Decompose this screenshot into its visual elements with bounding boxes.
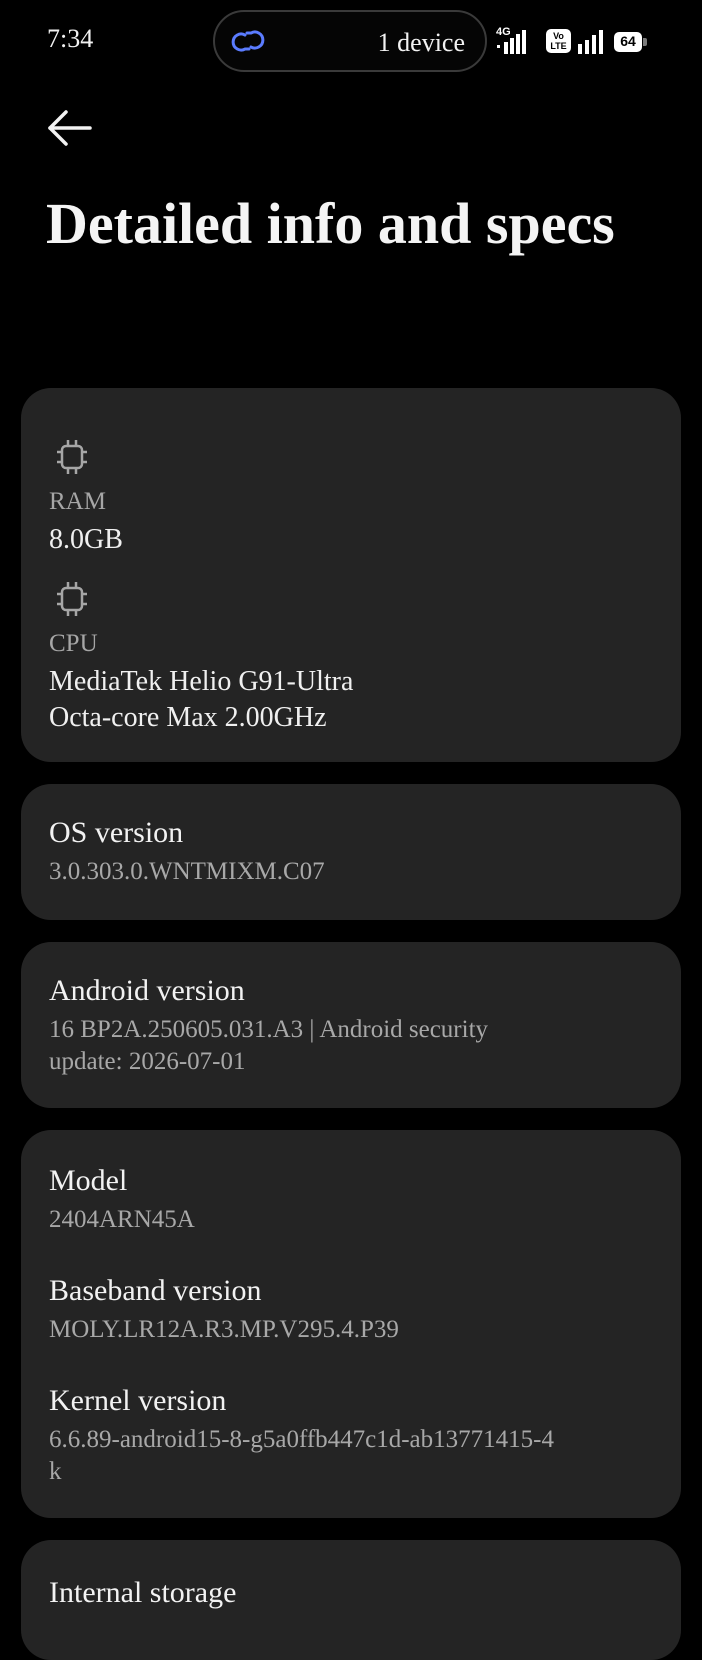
kernel-value-line2: k (49, 1458, 62, 1485)
model-value: 2404ARN45A (49, 1206, 195, 1233)
chip-icon (57, 440, 87, 474)
internal-storage-title: Internal storage (49, 1576, 237, 1609)
os-version-value: 3.0.303.0.WNTMIXM.C07 (49, 858, 325, 885)
model-title: Model (49, 1164, 128, 1197)
cpu-value-line1: MediaTek Helio G91-Ultra (49, 666, 354, 697)
volte-label-bottom: LTE (550, 41, 567, 51)
volte-label-top: Vo (553, 31, 564, 41)
arrow-left-icon (48, 110, 92, 146)
device-details-card: Model 2404ARN45A Baseband version MOLY.L… (21, 1130, 681, 1518)
chip-icon (57, 582, 87, 616)
baseband-value: MOLY.LR12A.R3.MP.V295.4.P39 (49, 1316, 399, 1343)
battery-level: 64 (620, 33, 636, 49)
battery-tip (643, 38, 647, 46)
os-version-title: OS version (49, 816, 184, 849)
battery-icon: 64 (614, 32, 642, 52)
os-version-card[interactable]: OS version 3.0.303.0.WNTMIXM.C07 (21, 784, 681, 920)
device-count-label: 1 device (377, 28, 465, 57)
cpu-label: CPU (49, 630, 98, 657)
kernel-title: Kernel version (49, 1384, 227, 1417)
cpu-value-line2: Octa-core Max 2.00GHz (49, 702, 327, 733)
volte-icon: Vo LTE (546, 29, 571, 53)
android-version-title: Android version (49, 974, 245, 1007)
page-title: Detailed info and specs (46, 191, 615, 256)
ram-label: RAM (49, 488, 106, 515)
status-bar: 7:34 1 device 4G Vo LTE 64 (0, 0, 702, 80)
android-version-value-line2: update: 2026-07-01 (49, 1048, 246, 1075)
signal-icon (578, 30, 603, 54)
link-icon (231, 30, 265, 52)
hardware-card: RAM 8.0GB CPU MediaTek Helio G91-Ultra O… (21, 388, 681, 762)
ram-value: 8.0GB (49, 524, 123, 555)
back-button[interactable] (44, 106, 96, 150)
android-version-value-line1: 16 BP2A.250605.031.A3 | Android security (49, 1016, 489, 1043)
android-version-card[interactable]: Android version 16 BP2A.250605.031.A3 | … (21, 942, 681, 1108)
status-time: 7:34 (47, 24, 94, 53)
signal-4g-icon (497, 30, 526, 54)
kernel-value-line1: 6.6.89-android15-8-g5a0ffb447c1d-ab13771… (49, 1426, 554, 1453)
internal-storage-card[interactable]: Internal storage (21, 1540, 681, 1660)
connected-devices-pill[interactable]: 1 device (213, 10, 487, 72)
baseband-title: Baseband version (49, 1274, 262, 1307)
